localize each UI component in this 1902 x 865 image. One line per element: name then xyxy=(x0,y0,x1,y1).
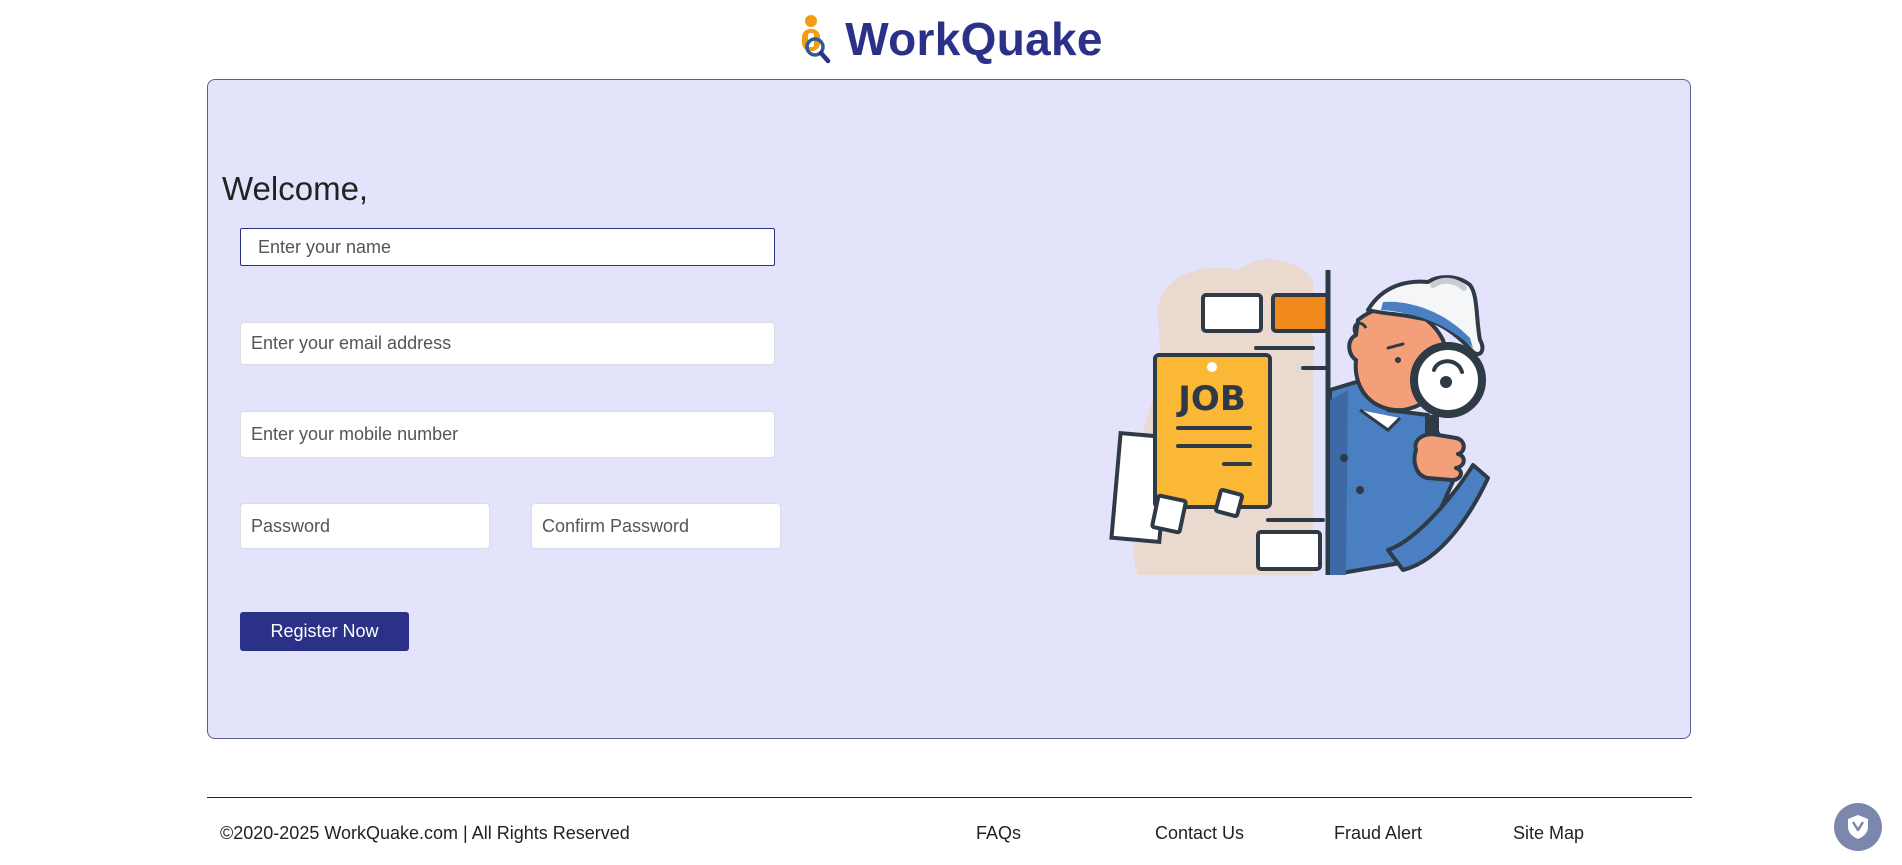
footer-link-fraud-alert[interactable]: Fraud Alert xyxy=(1334,823,1422,844)
shield-icon xyxy=(1848,815,1868,839)
password-input[interactable] xyxy=(240,503,490,549)
brand[interactable]: WorkQuake xyxy=(793,12,1103,66)
note-card-orange xyxy=(1271,293,1330,333)
site-header: WorkQuake xyxy=(0,0,1902,78)
brand-name: WorkQuake xyxy=(845,13,1103,65)
welcome-heading: Welcome, xyxy=(222,170,369,207)
job-poster xyxy=(1153,353,1272,509)
detective-hand xyxy=(1412,432,1466,482)
footer-link-site-map[interactable]: Site Map xyxy=(1513,823,1584,844)
footer-copyright: ©2020-2025 WorkQuake.com | All Rights Re… xyxy=(220,823,630,843)
job-poster-label: JOB xyxy=(1176,379,1245,419)
register-now-button[interactable]: Register Now xyxy=(240,612,409,651)
footer-link-faqs[interactable]: FAQs xyxy=(976,823,1021,844)
footer-link-contact-us[interactable]: Contact Us xyxy=(1155,823,1244,844)
email-input[interactable] xyxy=(240,322,775,365)
job-search-illustration: JOB xyxy=(1109,259,1490,575)
note-card xyxy=(1201,293,1263,333)
workquake-logo-icon xyxy=(802,15,831,64)
footer-divider xyxy=(207,797,1692,798)
name-input[interactable] xyxy=(240,228,775,266)
note-card xyxy=(1256,530,1322,571)
security-shield-button[interactable] xyxy=(1834,803,1882,851)
confirm-password-input[interactable] xyxy=(531,503,781,549)
registration-card: Welcome, Register Now JOB xyxy=(207,79,1691,739)
mobile-input[interactable] xyxy=(240,411,775,458)
